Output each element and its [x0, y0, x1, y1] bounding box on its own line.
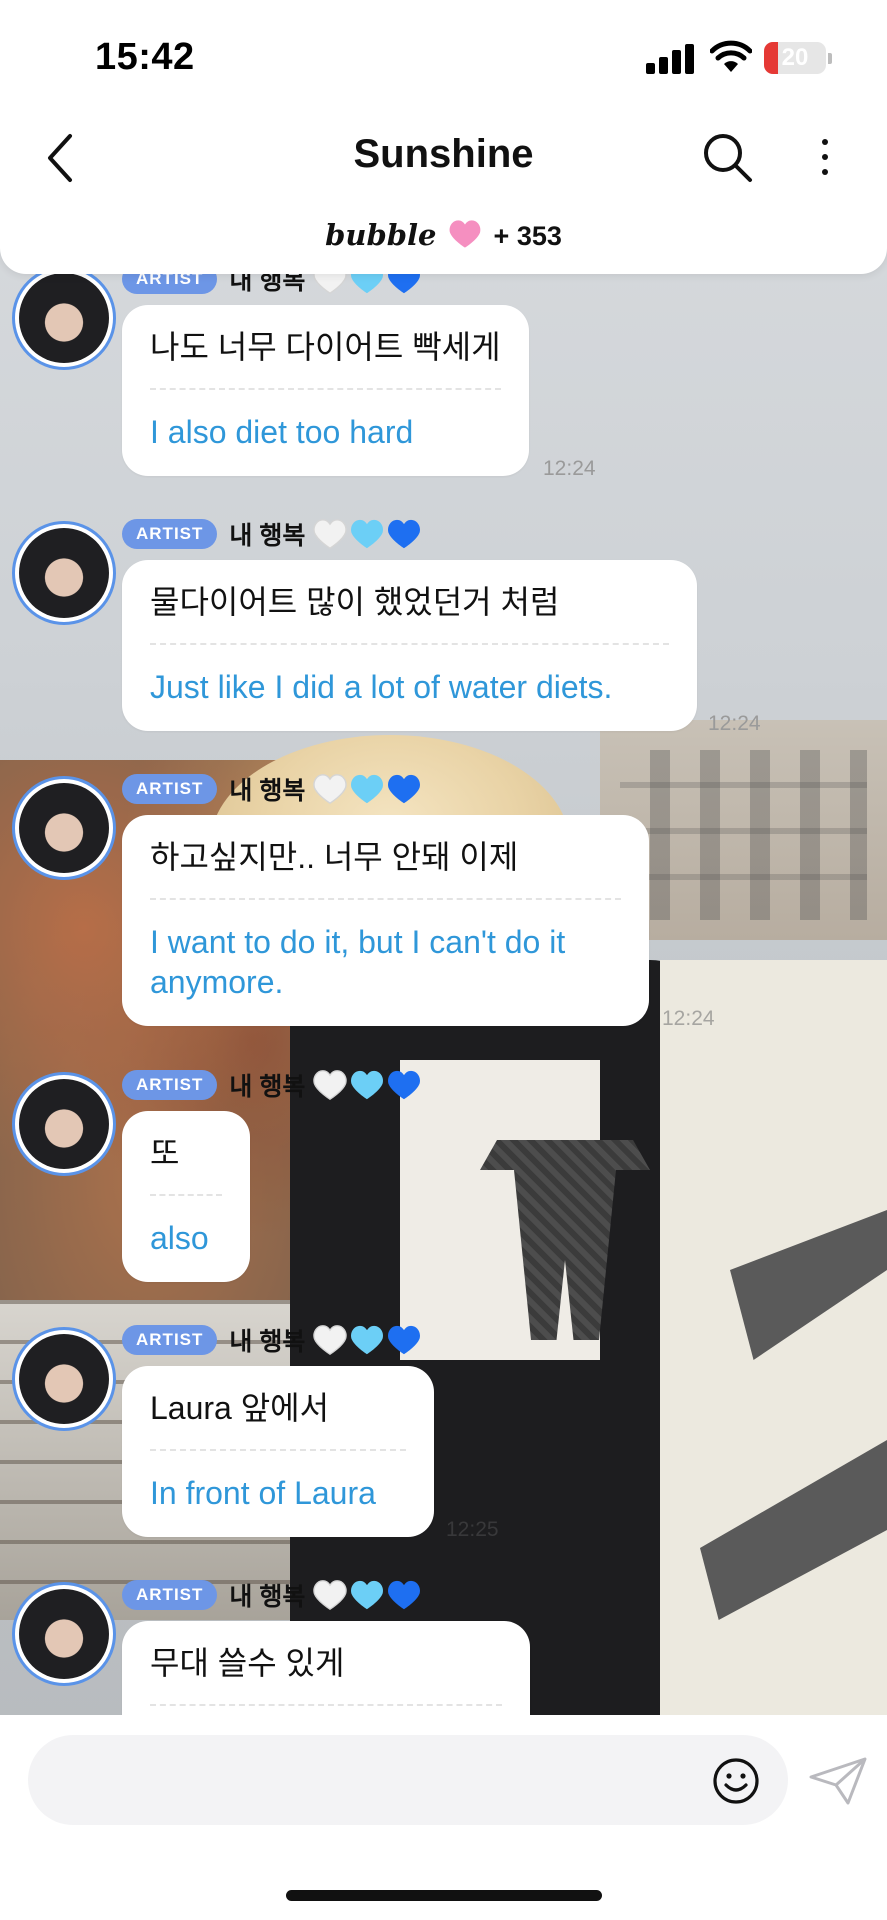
message-meta: ARTIST 내 행복: [122, 1578, 421, 1612]
chat-header: Sunshine: [0, 110, 887, 210]
chat-message-list[interactable]: ARTIST 내 행복 나도 너무 다이어트 빡세게 I also diet t…: [0, 200, 887, 1715]
message-translation-text: I want to do it, but I can't do it anymo…: [150, 924, 566, 1000]
message-original-text: Laura 앞에서: [150, 1390, 330, 1426]
message-bubble[interactable]: 나도 너무 다이어트 빡세게 I also diet too hard: [122, 305, 529, 476]
battery-tip: [828, 53, 832, 64]
cellular-signal-icon: [646, 44, 694, 74]
white-heart-icon: [313, 1070, 348, 1101]
message-time: 12:25: [446, 1518, 499, 1541]
light-blue-heart-icon: [351, 1325, 384, 1355]
bubble-divider: [150, 1704, 502, 1706]
artist-avatar[interactable]: [12, 1072, 116, 1176]
blue-heart-icon: [388, 774, 421, 804]
message-meta: ARTIST 내 행복: [122, 772, 421, 806]
message-input[interactable]: [28, 1735, 788, 1825]
chat-header-card: 15:42 20 Sunshine bubble + 353: [0, 0, 887, 274]
blue-heart-icon: [388, 519, 421, 549]
message-translation-text: Just like I did a lot of water diets.: [150, 669, 613, 705]
message-original-text: 하고싶지만.. 너무 안돼 이제: [150, 839, 519, 875]
artist-avatar[interactable]: [12, 521, 116, 625]
light-blue-heart-icon: [351, 519, 384, 549]
message-composer: [0, 1715, 887, 1920]
artist-badge: ARTIST: [122, 774, 218, 804]
emoji-smile-icon[interactable]: [712, 1757, 760, 1805]
battery-icon: 20: [764, 42, 826, 74]
bubble-brand-label: bubble: [325, 218, 437, 252]
white-heart-icon: [313, 519, 348, 550]
status-time: 15:42: [95, 36, 195, 78]
message-original-text: 나도 너무 다이어트 빡세게: [150, 329, 501, 365]
send-paper-plane-icon[interactable]: [808, 1755, 868, 1807]
message-time: 12:24: [662, 1007, 715, 1030]
artist-avatar[interactable]: [12, 1327, 116, 1431]
artist-avatar[interactable]: [12, 1582, 116, 1686]
member-count: + 353: [493, 221, 562, 251]
artist-badge: ARTIST: [122, 519, 218, 549]
heart-emojis: [313, 1069, 421, 1101]
message-bubble[interactable]: Laura 앞에서 In front of Laura: [122, 1366, 434, 1537]
battery-level: 20: [781, 44, 809, 71]
message-bubble[interactable]: 물다이어트 많이 했었던거 처럼 Just like I did a lot o…: [122, 560, 697, 731]
heart-emojis: [313, 1324, 421, 1356]
artist-nickname: 내 행복: [229, 777, 306, 805]
blue-heart-icon: [388, 1070, 421, 1100]
message-meta: ARTIST 내 행복: [122, 1068, 421, 1102]
heart-emojis: [313, 773, 421, 805]
message-translation-text: I also diet too hard: [150, 414, 414, 450]
message-bubble[interactable]: 무대 쓸수 있게: [122, 1621, 530, 1715]
message-meta: ARTIST 내 행복: [122, 1323, 421, 1357]
white-heart-icon: [313, 1325, 348, 1356]
search-icon[interactable]: [700, 130, 754, 184]
message-translation-text: In front of Laura: [150, 1475, 376, 1511]
blue-heart-icon: [388, 1580, 421, 1610]
heart-emojis: [313, 518, 421, 550]
heart-emojis: [313, 1579, 421, 1611]
more-vertical-icon[interactable]: [810, 130, 840, 186]
artist-nickname: 내 행복: [229, 1073, 306, 1101]
artist-badge: ARTIST: [122, 1580, 218, 1610]
white-heart-icon: [313, 774, 348, 805]
pink-heart-icon: [449, 220, 481, 248]
artist-avatar[interactable]: [12, 266, 116, 370]
artist-nickname: 내 행복: [229, 1583, 306, 1611]
artist-nickname: 내 행복: [229, 522, 306, 550]
artist-badge: ARTIST: [122, 1070, 218, 1100]
message-time: 12:24: [543, 457, 596, 480]
light-blue-heart-icon: [351, 1580, 384, 1610]
artist-avatar[interactable]: [12, 776, 116, 880]
home-indicator: [286, 1890, 602, 1901]
light-blue-heart-icon: [351, 1070, 384, 1100]
light-blue-heart-icon: [351, 774, 384, 804]
wifi-icon: [710, 40, 752, 72]
message-translation-text: also: [150, 1220, 209, 1256]
message-time: 12:24: [708, 712, 761, 735]
artist-nickname: 내 행복: [229, 1328, 306, 1356]
message-bubble[interactable]: 또 also: [122, 1111, 250, 1282]
message-bubble[interactable]: 하고싶지만.. 너무 안돼 이제 I want to do it, but I …: [122, 815, 649, 1026]
message-meta: ARTIST 내 행복: [122, 517, 421, 551]
bubble-member-info[interactable]: bubble + 353: [0, 218, 887, 252]
message-original-text: 또: [150, 1135, 180, 1171]
white-heart-icon: [313, 1580, 348, 1611]
blue-heart-icon: [388, 1325, 421, 1355]
status-bar: 15:42 20: [0, 0, 887, 110]
message-original-text: 무대 쓸수 있게: [150, 1645, 345, 1681]
artist-badge: ARTIST: [122, 1325, 218, 1355]
message-original-text: 물다이어트 많이 했었던거 처럼: [150, 584, 560, 620]
